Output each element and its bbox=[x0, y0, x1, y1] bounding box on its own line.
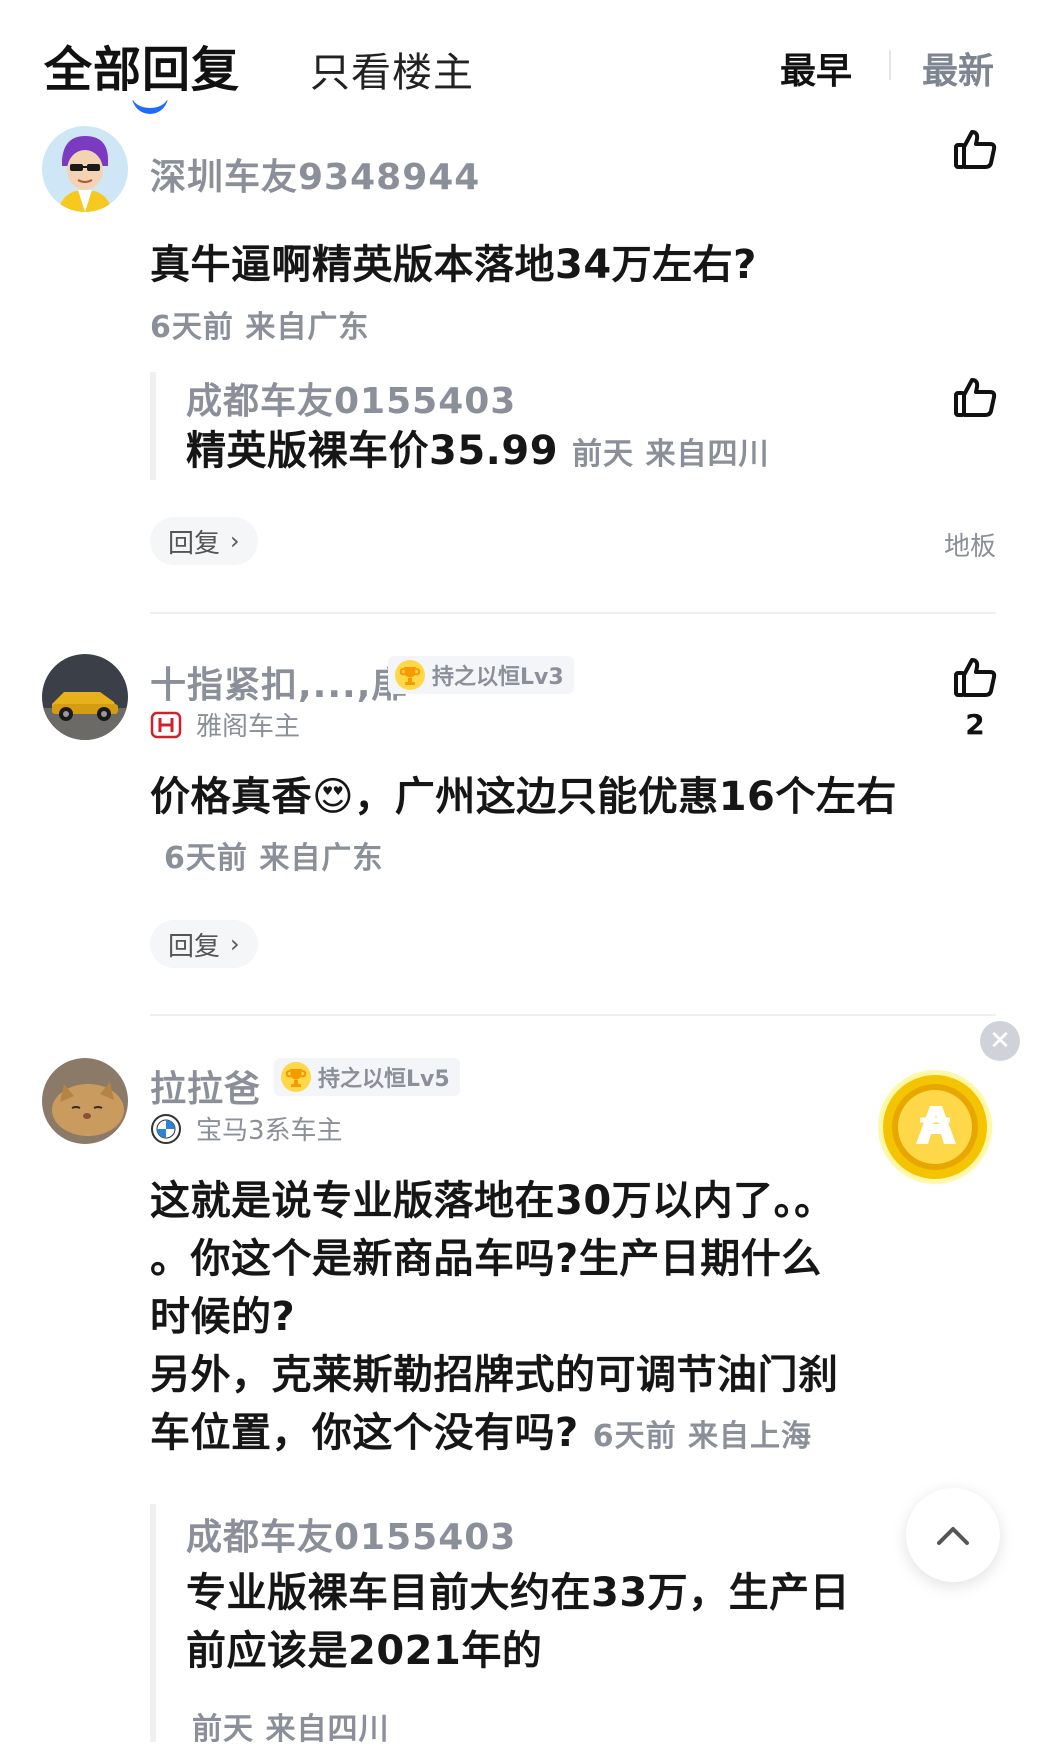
car-owner-tag: 雅阁车主 bbox=[150, 706, 300, 743]
avatar[interactable] bbox=[42, 1058, 128, 1144]
active-tab-indicator bbox=[132, 100, 168, 114]
reply-label: 回复 bbox=[168, 931, 221, 962]
comment-line: 时候的? bbox=[150, 1294, 296, 1340]
comment-tabs: 全部回复 只看楼主 最早 最新 bbox=[0, 0, 1038, 114]
sort-latest-button[interactable]: 最新 bbox=[922, 42, 994, 94]
like-count: 2 bbox=[965, 708, 985, 741]
bmw-logo-icon bbox=[151, 1113, 181, 1144]
badge-label: 持之以恒Lv5 bbox=[318, 1067, 450, 1092]
chevron-up-icon bbox=[937, 1527, 969, 1545]
floor-label: 地板 bbox=[943, 532, 996, 562]
sort-divider bbox=[889, 50, 891, 80]
username[interactable]: 深圳车友9348944 bbox=[150, 148, 480, 200]
username[interactable]: 拉拉爸 bbox=[150, 1060, 261, 1112]
reply-label: 回复 bbox=[168, 528, 221, 559]
tab-owner-only[interactable]: 只看楼主 bbox=[310, 40, 474, 98]
comment-content: 价格真香😍，广州这边只能优惠16个左右 6天前 来自广东 bbox=[150, 768, 930, 888]
comment-line: 。你这个是新商品车吗?生产日期什么 bbox=[150, 1236, 822, 1282]
username[interactable]: 十指紧扣,...,扉 bbox=[150, 656, 408, 708]
chevron-right-icon: › bbox=[230, 930, 240, 958]
tab-all-replies[interactable]: 全部回复 bbox=[44, 30, 240, 100]
badge-label: 持之以恒Lv3 bbox=[432, 665, 564, 690]
chevron-right-icon: › bbox=[230, 527, 240, 555]
quoted-meta: 前天 来自四川 bbox=[572, 437, 770, 472]
quoted-username[interactable]: 成都车友0155403 bbox=[186, 1508, 516, 1560]
trophy-icon bbox=[395, 660, 425, 690]
comment-content: 这就是说专业版落地在30万以内了。。 。你这个是新商品车吗?生产日期什么 时候的… bbox=[150, 1172, 910, 1466]
quoted-meta: 前天 来自四川 bbox=[192, 1712, 390, 1747]
comment-content: 真牛逼啊精英版本落地34万左右? bbox=[150, 242, 757, 288]
achievement-badge: 持之以恒Lv5 bbox=[274, 1058, 460, 1096]
thumbs-up-icon[interactable] bbox=[952, 374, 998, 420]
quoted-text: 专业版裸车目前大约在33万，生产日 前应该是2021年的 bbox=[186, 1564, 906, 1680]
quoted-text-line: 专业版裸车目前大约在33万，生产日 bbox=[186, 1570, 851, 1616]
comment-line: 车位置，你这个没有吗? bbox=[150, 1410, 579, 1456]
quoted-username[interactable]: 成都车友0155403 bbox=[186, 372, 516, 424]
scroll-to-top-button[interactable] bbox=[906, 1488, 1000, 1582]
comment-divider bbox=[150, 1014, 996, 1016]
close-icon[interactable]: ✕ bbox=[980, 1021, 1020, 1061]
comment-meta: 6天前 来自广东 bbox=[164, 841, 384, 876]
quoted-text-line: 前应该是2021年的 bbox=[186, 1628, 543, 1674]
quoted-text-row: 精英版裸车价35.99 前天 来自四川 bbox=[186, 422, 769, 484]
car-owner-label: 雅阁车主 bbox=[196, 712, 301, 742]
reply-button[interactable]: 回复 › bbox=[150, 920, 258, 968]
comment-meta: 6天前 来自广东 bbox=[150, 310, 370, 345]
thumbs-up-icon[interactable] bbox=[952, 654, 998, 700]
car-owner-tag: 宝马3系车主 bbox=[150, 1110, 343, 1147]
comment-meta: 6天前 来自上海 bbox=[592, 1419, 813, 1454]
comment-divider bbox=[150, 612, 996, 614]
comment-line: 这就是说专业版落地在30万以内了。。 bbox=[150, 1178, 835, 1224]
comment-line: 另外，克莱斯勒招牌式的可调节油门刹 bbox=[150, 1352, 839, 1398]
quoted-reply[interactable]: 成都车友0155403 专业版裸车目前大约在33万，生产日 前应该是2021年的… bbox=[150, 1504, 850, 1747]
thumbs-up-icon[interactable] bbox=[952, 126, 998, 172]
honda-logo-icon bbox=[150, 711, 182, 738]
quoted-text: 精英版裸车价35.99 bbox=[186, 428, 559, 474]
achievement-badge: 持之以恒Lv3 bbox=[388, 656, 574, 694]
reply-button[interactable]: 回复 › bbox=[150, 517, 258, 565]
comment-line-with-meta: 车位置，你这个没有吗? 6天前 来自上海 bbox=[150, 1404, 910, 1466]
comment-text: 价格真香😍，广州这边只能优惠16个左右 bbox=[150, 774, 897, 820]
avatar[interactable] bbox=[42, 654, 128, 740]
trophy-icon bbox=[281, 1062, 311, 1092]
car-owner-label: 宝马3系车主 bbox=[196, 1116, 343, 1146]
quoted-reply[interactable]: 成都车友0155403 精英版裸车价35.99 前天 来自四川 bbox=[150, 372, 768, 480]
sort-earliest-button[interactable]: 最早 bbox=[780, 42, 852, 94]
coin-icon[interactable] bbox=[876, 1068, 994, 1186]
avatar[interactable] bbox=[42, 126, 128, 212]
